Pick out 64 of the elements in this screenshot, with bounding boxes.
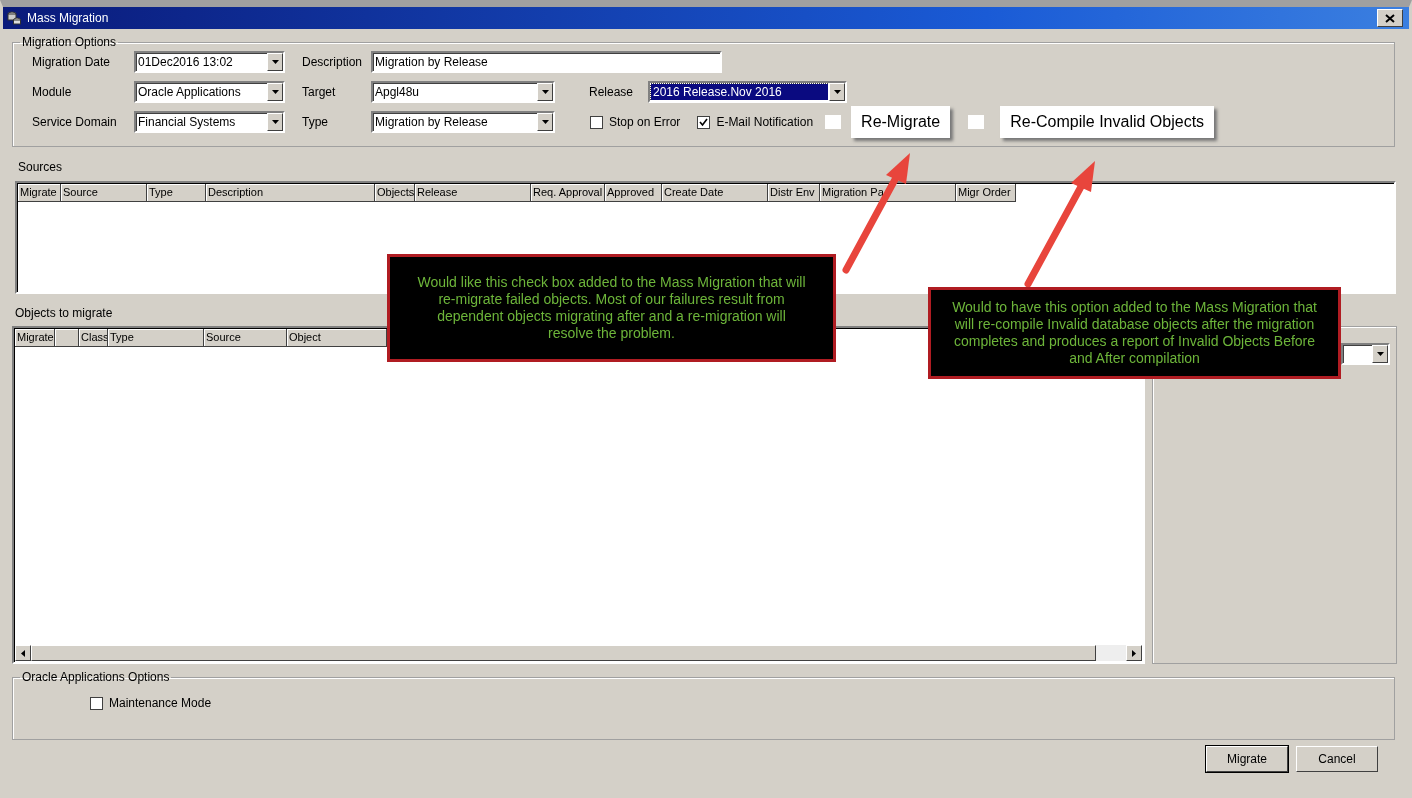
column-header[interactable]: Source bbox=[61, 184, 147, 202]
column-header[interactable]: Release bbox=[415, 184, 531, 202]
database-icon bbox=[7, 11, 21, 25]
column-header[interactable]: Create Date bbox=[662, 184, 768, 202]
field-label: Type bbox=[302, 115, 329, 129]
column-header[interactable]: Migrate bbox=[18, 184, 61, 202]
type-dropdown[interactable]: Migration by Release bbox=[371, 111, 555, 133]
checkbox-label: Maintenance Mode bbox=[109, 696, 212, 710]
section-title: Sources bbox=[18, 160, 63, 174]
column-header[interactable]: Migration Pa bbox=[820, 184, 956, 202]
column-header[interactable]: Type bbox=[147, 184, 206, 202]
right-arrow-icon bbox=[1132, 649, 1136, 657]
section-title: Objects to migrate bbox=[15, 306, 113, 320]
column-header[interactable]: Object bbox=[287, 329, 387, 347]
field-label: Description bbox=[302, 55, 364, 69]
column-header[interactable]: Migrate bbox=[15, 329, 55, 347]
column-header[interactable]: Migr Order bbox=[956, 184, 1016, 202]
field-label: Migration Date bbox=[32, 55, 112, 69]
module-dropdown[interactable]: Oracle Applications bbox=[134, 81, 285, 103]
caret-icon bbox=[541, 90, 549, 94]
window-title: Mass Migration bbox=[27, 11, 110, 25]
annotation-label: Re-Migrate bbox=[851, 106, 951, 138]
field-label: Module bbox=[32, 85, 73, 99]
checkbox[interactable] bbox=[825, 115, 842, 129]
checkbox-label: E-Mail Notification bbox=[716, 115, 814, 129]
release-dropdown[interactable]: 2016 Release.Nov 2016 bbox=[648, 81, 847, 103]
close-button[interactable] bbox=[1377, 9, 1403, 27]
description-field[interactable]: Migration by Release bbox=[371, 51, 722, 73]
group-title: Oracle Applications Options bbox=[21, 670, 171, 684]
caret-icon bbox=[271, 90, 279, 94]
date-dropdown[interactable]: 01Dec2016 13:02 bbox=[134, 51, 285, 73]
dialog-button[interactable]: Cancel bbox=[1296, 746, 1378, 772]
caret-icon bbox=[271, 60, 279, 64]
checkbox-label: Stop on Error bbox=[609, 115, 681, 129]
column-header[interactable] bbox=[55, 329, 79, 347]
column-header[interactable]: Req. Approval bbox=[531, 184, 605, 202]
caret-icon bbox=[271, 120, 279, 124]
caret-icon bbox=[541, 120, 549, 124]
column-header[interactable]: Approved bbox=[605, 184, 662, 202]
checkbox[interactable] bbox=[90, 696, 103, 710]
caret-icon bbox=[1376, 352, 1384, 356]
column-header[interactable]: Description bbox=[206, 184, 375, 202]
close-icon bbox=[1385, 13, 1395, 23]
column-header[interactable]: Type bbox=[108, 329, 204, 347]
column-header[interactable]: Distr Env bbox=[768, 184, 820, 202]
field-label: Release bbox=[589, 85, 635, 99]
checkbox[interactable] bbox=[697, 115, 711, 129]
checkbox[interactable] bbox=[590, 115, 603, 129]
service-domain-dropdown[interactable]: Financial Systems bbox=[134, 111, 285, 133]
annotation-label: Re-Compile Invalid Objects bbox=[1000, 106, 1215, 138]
target-dropdown[interactable]: Apgl48u bbox=[371, 81, 555, 103]
column-header[interactable]: Source bbox=[204, 329, 287, 347]
horizontal-scrollbar[interactable] bbox=[15, 645, 1142, 661]
group-title: Migration Options bbox=[21, 35, 118, 49]
field-label: Target bbox=[302, 85, 337, 99]
checkbox[interactable] bbox=[968, 115, 985, 129]
left-arrow-icon bbox=[21, 649, 25, 657]
dialog-button[interactable]: Migrate bbox=[1206, 746, 1288, 772]
callout-note: Would like this check box added to the Mass Migration that will re-migrate failed objects. Most of our failures result from dependent objects migrating after and a re-migration will resolve the problem. bbox=[387, 254, 836, 362]
caret-icon bbox=[833, 90, 841, 94]
dropdown[interactable] bbox=[1341, 343, 1390, 365]
field-label: Service Domain bbox=[32, 115, 118, 129]
callout-note: Would to have this option added to the Mass Migration that will re-compile Invalid database objects after the migration completes and produces a report of Invalid Objects Before and After compilation bbox=[928, 287, 1341, 379]
column-header[interactable]: Objects bbox=[375, 184, 415, 202]
